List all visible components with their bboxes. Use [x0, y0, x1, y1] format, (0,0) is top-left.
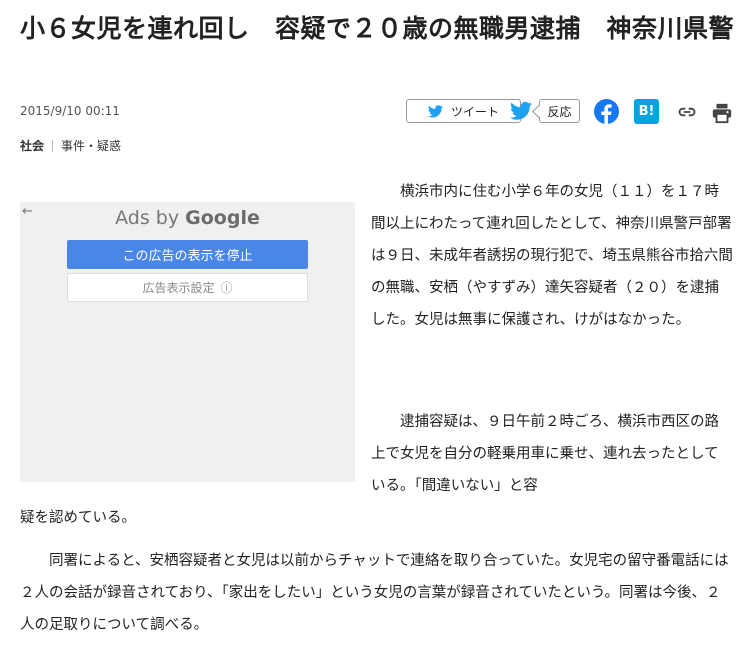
ad-settings-label: 広告表示設定	[142, 281, 215, 295]
article-paragraph-2-continued: 疑を認めている。	[20, 510, 136, 526]
reaction-button[interactable]: 反応	[539, 99, 580, 123]
twitter-icon	[427, 104, 443, 117]
ads-by-prefix: Ads by	[115, 207, 186, 229]
hatena-bookmark-icon[interactable]: B!	[634, 99, 659, 124]
article-headline: 小６女児を連れ回し 容疑で２０歳の無職男逮捕 神奈川県警	[20, 14, 735, 43]
google-wordmark: Google	[185, 207, 260, 229]
info-icon: ⓘ	[220, 281, 233, 295]
link-icon[interactable]	[676, 102, 698, 122]
ad-panel: ← Ads by Google この広告の表示を停止 広告表示設定 ⓘ	[20, 202, 355, 482]
ad-settings-button[interactable]: 広告表示設定 ⓘ	[67, 273, 308, 302]
hatena-label: B!	[638, 104, 655, 119]
reaction-label: 反応	[547, 104, 572, 119]
ads-by-google: Ads by Google	[20, 207, 355, 229]
stop-ad-button[interactable]: この広告の表示を停止	[67, 240, 308, 269]
category-link-society[interactable]: 社会	[20, 137, 44, 154]
tweet-button[interactable]: ツイート	[406, 99, 521, 123]
category-link-incidents[interactable]: 事件・疑惑	[61, 137, 121, 154]
article-date: 2015/9/10 00:11	[20, 104, 120, 118]
article-paragraph-1: 横浜市内に住む小学６年の女児（１１）を１７時間以上にわたって連れ回したとして、神…	[371, 184, 733, 328]
article-paragraph-2: 逮捕容疑は、９日午前２時ごろ、横浜市西区の路上で女児を自分の軽乗用車に乗せ、連れ…	[371, 414, 719, 494]
tweet-label: ツイート	[450, 104, 499, 119]
article-paragraph-3: 同署によると、安栖容疑者と女児は以前からチャットで連絡を取り合っていた。女児宅の…	[20, 553, 729, 633]
facebook-icon[interactable]	[594, 99, 619, 124]
twitter-bird-icon[interactable]	[510, 101, 532, 121]
print-icon[interactable]	[711, 102, 733, 124]
category-divider	[52, 139, 54, 152]
category-breadcrumb: 社会 事件・疑惑	[20, 137, 121, 154]
